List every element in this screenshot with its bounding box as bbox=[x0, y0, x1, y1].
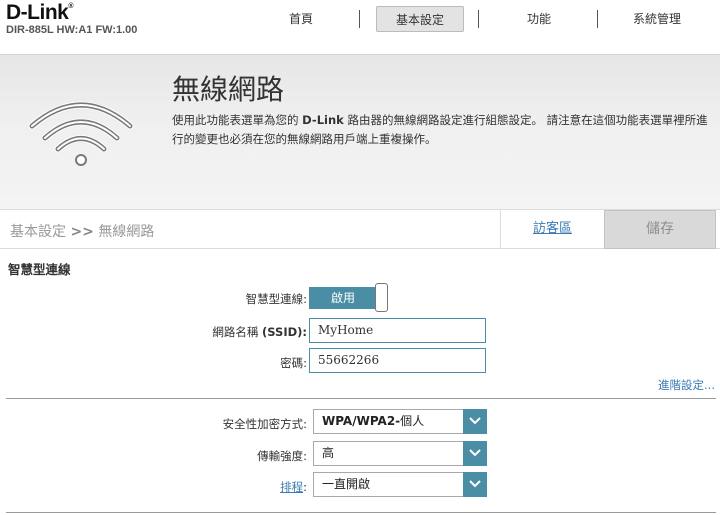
guest-zone-link[interactable]: 訪客區 bbox=[500, 210, 604, 249]
chevron-down-icon[interactable] bbox=[463, 409, 487, 434]
save-button[interactable]: 儲存 bbox=[604, 210, 716, 249]
nav-divider bbox=[478, 10, 479, 28]
toggle-on-label: 啟用 bbox=[309, 287, 377, 309]
page-description: 使用此功能表選單為您的 D-Link 路由器的無線網路設定進行組態設定。 請注意… bbox=[172, 113, 708, 146]
security-mode-select[interactable]: WPA/WPA2-個人 bbox=[313, 409, 487, 434]
wifi-icon bbox=[28, 101, 134, 166]
schedule-link[interactable]: 排程 bbox=[280, 480, 303, 494]
password-input[interactable]: 55662266 bbox=[309, 348, 486, 373]
security-mode-value: WPA/WPA2-個人 bbox=[322, 414, 425, 428]
smart-connect-toggle[interactable]: 啟用 bbox=[309, 283, 389, 312]
chevron-down-icon[interactable] bbox=[463, 441, 487, 466]
section-title: 智慧型連線 bbox=[8, 262, 71, 277]
section-divider bbox=[6, 398, 716, 399]
chevron-down-icon[interactable] bbox=[463, 472, 487, 497]
toggle-knob[interactable] bbox=[375, 283, 388, 312]
top-header: D-Link® DIR-885L HW:A1 FW:1.00 首頁 基本設定 功… bbox=[0, 0, 720, 55]
breadcrumb-bar: 基本設定 >> 無線網路 訪客區 儲存 bbox=[0, 209, 720, 249]
schedule-label: 排程: bbox=[280, 480, 307, 494]
breadcrumb-current: 無線網路 bbox=[98, 224, 155, 240]
dlink-logo: D-Link® bbox=[6, 1, 73, 24]
password-label: 密碼: bbox=[280, 356, 307, 370]
security-mode-label: 安全性加密方式: bbox=[222, 417, 307, 431]
schedule-select[interactable]: 一直開啟 bbox=[313, 472, 487, 497]
tx-power-label: 傳輸強度: bbox=[257, 449, 307, 463]
nav-divider bbox=[359, 10, 360, 28]
tx-power-value: 高 bbox=[322, 446, 335, 460]
schedule-value: 一直開啟 bbox=[322, 477, 371, 491]
nav-divider bbox=[597, 10, 598, 28]
model-info: DIR-885L HW:A1 FW:1.00 bbox=[6, 24, 138, 36]
ssid-label: 網路名稱 (SSID): bbox=[212, 325, 307, 339]
nav-features[interactable]: 功能 bbox=[500, 6, 578, 32]
ssid-input[interactable]: MyHome bbox=[309, 318, 486, 343]
nav-management[interactable]: 系統管理 bbox=[614, 6, 700, 32]
breadcrumb-parent: 基本設定 bbox=[10, 224, 66, 240]
nav-basic-settings[interactable]: 基本設定 bbox=[376, 6, 464, 32]
bottom-divider bbox=[6, 512, 716, 513]
advanced-settings-link[interactable]: 進階設定... bbox=[658, 377, 715, 393]
page-banner: 無線網路 使用此功能表選單為您的 D-Link 路由器的無線網路設定進行組態設定… bbox=[0, 55, 720, 209]
nav-home[interactable]: 首頁 bbox=[266, 6, 336, 32]
router-settings-page: D-Link® DIR-885L HW:A1 FW:1.00 首頁 基本設定 功… bbox=[0, 0, 720, 515]
breadcrumb: 基本設定 >> 無線網路 bbox=[10, 224, 155, 240]
page-title: 無線網路 bbox=[172, 73, 285, 106]
tx-power-select[interactable]: 高 bbox=[313, 441, 487, 466]
smart-connect-label: 智慧型連線: bbox=[245, 292, 307, 306]
